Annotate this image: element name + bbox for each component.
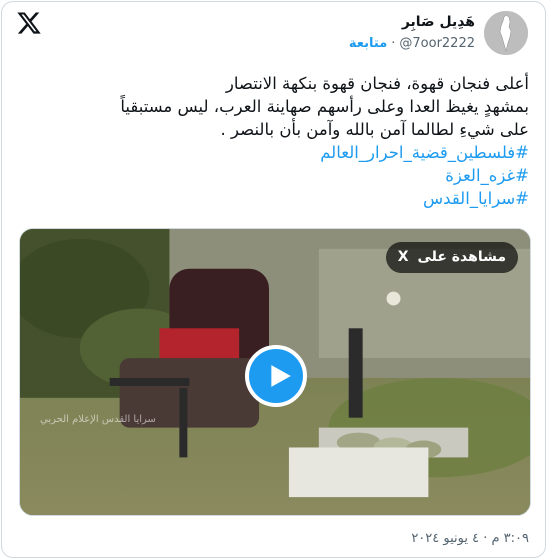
author-avatar[interactable] [484,11,528,55]
tweet-header: هَدِيل صَابِر @7oor2222· متابعة [2,2,545,66]
watch-x-label: X [397,249,409,265]
tweet-timestamp[interactable]: ٣:٠٩ م · ٤ يونيو ٢٠٢٤ [411,531,529,546]
tweet-text-line: بمشهدٍ يغيظ العدا وعلى رأسهم صهاينة العر… [120,97,529,116]
hashtag-link[interactable]: #غزه_العزة [18,164,529,187]
tweet-card: هَدِيل صَابِر @7oor2222· متابعة أعلى فنجا… [1,1,546,558]
palestine-map-avatar [484,11,528,55]
tweet-text-line: أعلى فنجان قهوة، فنجان قهوة بنكهة الانتص… [225,74,529,93]
video-thumbnail[interactable]: مشاهدة على X سرايا القدس الإعلام الحربي [19,228,531,516]
hashtag-link[interactable]: #فلسطين_قضية_احرار_العالم [18,141,529,164]
play-button[interactable] [245,345,307,407]
author-handle[interactable]: @7oor2222 [399,36,475,51]
video-watermark: سرايا القدس الإعلام الحربي [40,414,156,425]
play-icon [271,365,291,387]
x-logo-icon[interactable] [16,10,42,36]
tweet-text-line: على شيءِ لطالما آمن بالله وآمن بأن بالنص… [220,120,529,139]
author-name[interactable]: هَدِيل صَابِر [349,12,475,32]
hashtag-link[interactable]: #سرايا_القدس [18,187,529,210]
watch-label: مشاهدة على [417,249,506,265]
tweet-text: أعلى فنجان قهوة، فنجان قهوة بنكهة الانتص… [18,72,529,210]
separator-dot: · [391,36,396,51]
author-info: هَدِيل صَابِر @7oor2222· متابعة [349,12,475,54]
follow-button[interactable]: متابعة [349,36,387,51]
author-meta: @7oor2222· متابعة [349,34,475,54]
watch-on-x-button[interactable]: مشاهدة على X [385,242,518,273]
